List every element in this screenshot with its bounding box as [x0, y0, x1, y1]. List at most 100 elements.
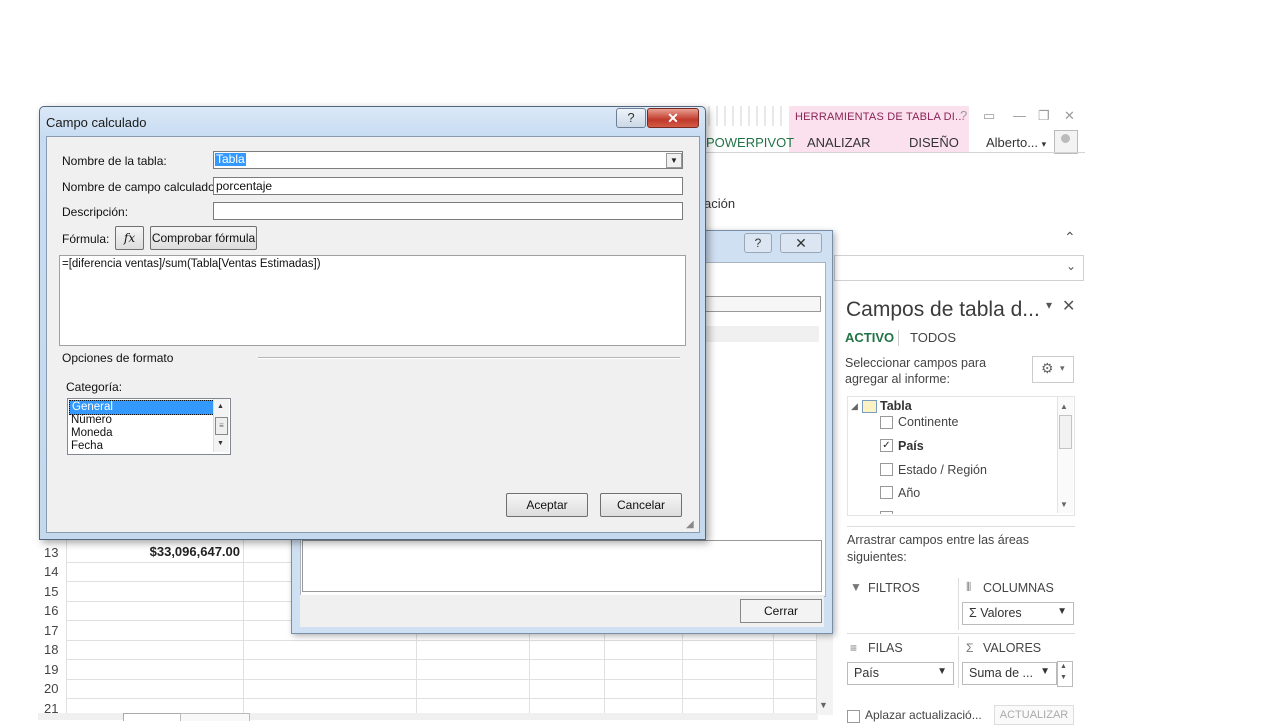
- values-value-dropdown[interactable]: Suma de ... ▼: [962, 662, 1057, 685]
- field-label-pais[interactable]: País: [898, 439, 924, 453]
- field-checkbox-ano[interactable]: [880, 486, 893, 499]
- row-header[interactable]: 15: [38, 582, 72, 601]
- back-dialog-text-area[interactable]: [302, 540, 822, 592]
- row-header[interactable]: 13: [38, 543, 72, 562]
- values-area-label: VALORES: [983, 641, 1042, 655]
- tab-diseno[interactable]: DISEÑO: [909, 135, 959, 150]
- field-name-label: Nombre de campo calculado:: [62, 180, 219, 194]
- cell-total-value[interactable]: $33,096,647.00: [70, 544, 240, 559]
- tools-button[interactable]: ⚙ ▾: [1032, 356, 1074, 383]
- field-checkbox-continente[interactable]: [880, 416, 893, 429]
- row-header[interactable]: 18: [38, 640, 72, 659]
- tab-activo[interactable]: ACTIVO: [845, 330, 894, 345]
- scroll-thumb[interactable]: ≡: [215, 417, 228, 435]
- help-icon[interactable]: ?: [616, 108, 646, 128]
- cancel-button[interactable]: Cancelar: [600, 493, 682, 517]
- description-input[interactable]: [213, 202, 683, 220]
- tab-todos[interactable]: TODOS: [910, 330, 956, 345]
- scroll-down-icon[interactable]: ▼: [1060, 500, 1068, 509]
- columns-area-label: COLUMNAS: [983, 581, 1054, 595]
- defer-update-checkbox[interactable]: [847, 710, 860, 723]
- field-label-ano[interactable]: Año: [898, 486, 920, 500]
- panel-menu-icon[interactable]: ▾: [1046, 298, 1052, 312]
- tab-analizar[interactable]: ANALIZAR: [807, 135, 871, 150]
- row-line: [66, 640, 818, 641]
- window-close-icon[interactable]: ✕: [1064, 108, 1075, 124]
- panel-close-icon[interactable]: ✕: [1062, 296, 1075, 316]
- chevron-down-icon[interactable]: ▼: [666, 153, 682, 168]
- field-checkbox-pais[interactable]: ✓: [880, 439, 893, 452]
- panel-title: Campos de tabla d...: [846, 298, 1040, 321]
- select-fields-text: Seleccionar campos para agregar al infor…: [845, 356, 987, 386]
- rows-value-dropdown[interactable]: País ▼: [847, 662, 954, 685]
- col-line: [243, 540, 244, 720]
- rows-icon: ≡: [850, 641, 858, 655]
- field-name-input[interactable]: porcentaje: [213, 177, 683, 195]
- help-icon[interactable]: ?: [744, 233, 772, 253]
- description-label: Descripción:: [62, 205, 129, 219]
- close-icon[interactable]: ✕: [647, 108, 699, 128]
- category-option-general[interactable]: General: [69, 400, 215, 415]
- chevron-down-icon: ▾: [1041, 139, 1047, 149]
- formula-bar[interactable]: [834, 255, 1084, 281]
- row-header[interactable]: 21: [38, 699, 72, 713]
- rows-value-label: País: [854, 666, 880, 680]
- scroll-down-icon[interactable]: ▼: [819, 700, 828, 710]
- row-header[interactable]: 20: [38, 679, 72, 698]
- format-options-divider: [258, 357, 680, 359]
- help-icon[interactable]: ?: [960, 108, 967, 123]
- row-line: [66, 659, 818, 660]
- panel-divider: [847, 526, 1075, 527]
- chevron-down-icon: ▾: [1060, 363, 1065, 373]
- columns-icon: ⦀: [966, 580, 972, 594]
- restore-icon[interactable]: ❐: [1038, 108, 1050, 124]
- scroll-up-icon[interactable]: ▲: [1060, 402, 1068, 411]
- user-account[interactable]: Alberto... ▾: [986, 135, 1046, 150]
- row-header[interactable]: 16: [38, 601, 72, 620]
- resize-grip-icon[interactable]: ◢: [686, 519, 694, 530]
- field-label-estado[interactable]: Estado / Región: [898, 463, 987, 477]
- ok-button[interactable]: Aceptar: [506, 493, 588, 517]
- category-option-numero[interactable]: Número: [69, 414, 213, 427]
- field-name-value: porcentaje: [216, 179, 273, 193]
- scroll-up-icon[interactable]: ▲: [1060, 663, 1067, 670]
- ribbon-display-icon[interactable]: ▭: [983, 108, 995, 124]
- check-formula-button[interactable]: Comprobar fórmula: [150, 226, 257, 250]
- columns-value-dropdown[interactable]: Σ Valores ▼: [962, 602, 1074, 625]
- minimize-icon[interactable]: —: [1013, 108, 1026, 123]
- values-scroll[interactable]: ▲ ▼: [1057, 661, 1073, 687]
- close-button[interactable]: Cerrar: [740, 599, 822, 623]
- avatar[interactable]: [1054, 130, 1078, 154]
- field-checkbox-estado[interactable]: [880, 463, 893, 476]
- table-node-label[interactable]: Tabla: [880, 399, 912, 413]
- row-header[interactable]: 14: [38, 562, 72, 581]
- close-icon[interactable]: ✕: [780, 233, 822, 253]
- insert-function-button[interactable]: fx: [115, 226, 144, 250]
- category-option-moneda[interactable]: Moneda: [69, 427, 213, 440]
- collapse-ribbon-icon[interactable]: ⌃: [1064, 229, 1076, 246]
- user-name: Alberto...: [986, 135, 1039, 150]
- scroll-down-icon[interactable]: ▼: [217, 440, 224, 447]
- expand-formula-bar-icon[interactable]: ⌄: [1066, 259, 1076, 273]
- area-divider: [958, 578, 959, 630]
- category-option-fecha[interactable]: Fecha: [69, 440, 213, 453]
- tab-powerpivot[interactable]: POWERPIVOT: [706, 135, 794, 150]
- ribbon-label-fragment[interactable]: ación: [704, 196, 735, 211]
- table-name-select[interactable]: [213, 151, 683, 169]
- field-checkbox-partial[interactable]: [880, 511, 893, 514]
- update-button[interactable]: ACTUALIZAR: [994, 705, 1074, 725]
- scroll-up-icon[interactable]: ▲: [217, 403, 224, 410]
- scroll-down-icon[interactable]: ▼: [1060, 674, 1067, 681]
- tree-expand-icon[interactable]: ◢: [851, 401, 858, 412]
- scroll-thumb[interactable]: [1059, 415, 1072, 449]
- field-label-continente[interactable]: Continente: [898, 415, 958, 429]
- row-header[interactable]: 19: [38, 660, 72, 679]
- gear-icon: ⚙: [1041, 360, 1054, 376]
- table-name-value: Tabla: [215, 152, 246, 166]
- back-dialog-list-row[interactable]: [704, 326, 819, 342]
- ribbon-divider: [700, 152, 1085, 153]
- back-dialog-field[interactable]: [704, 296, 821, 312]
- table-icon: [862, 400, 877, 413]
- category-label: Categoría:: [66, 380, 123, 394]
- row-header[interactable]: 17: [38, 621, 72, 640]
